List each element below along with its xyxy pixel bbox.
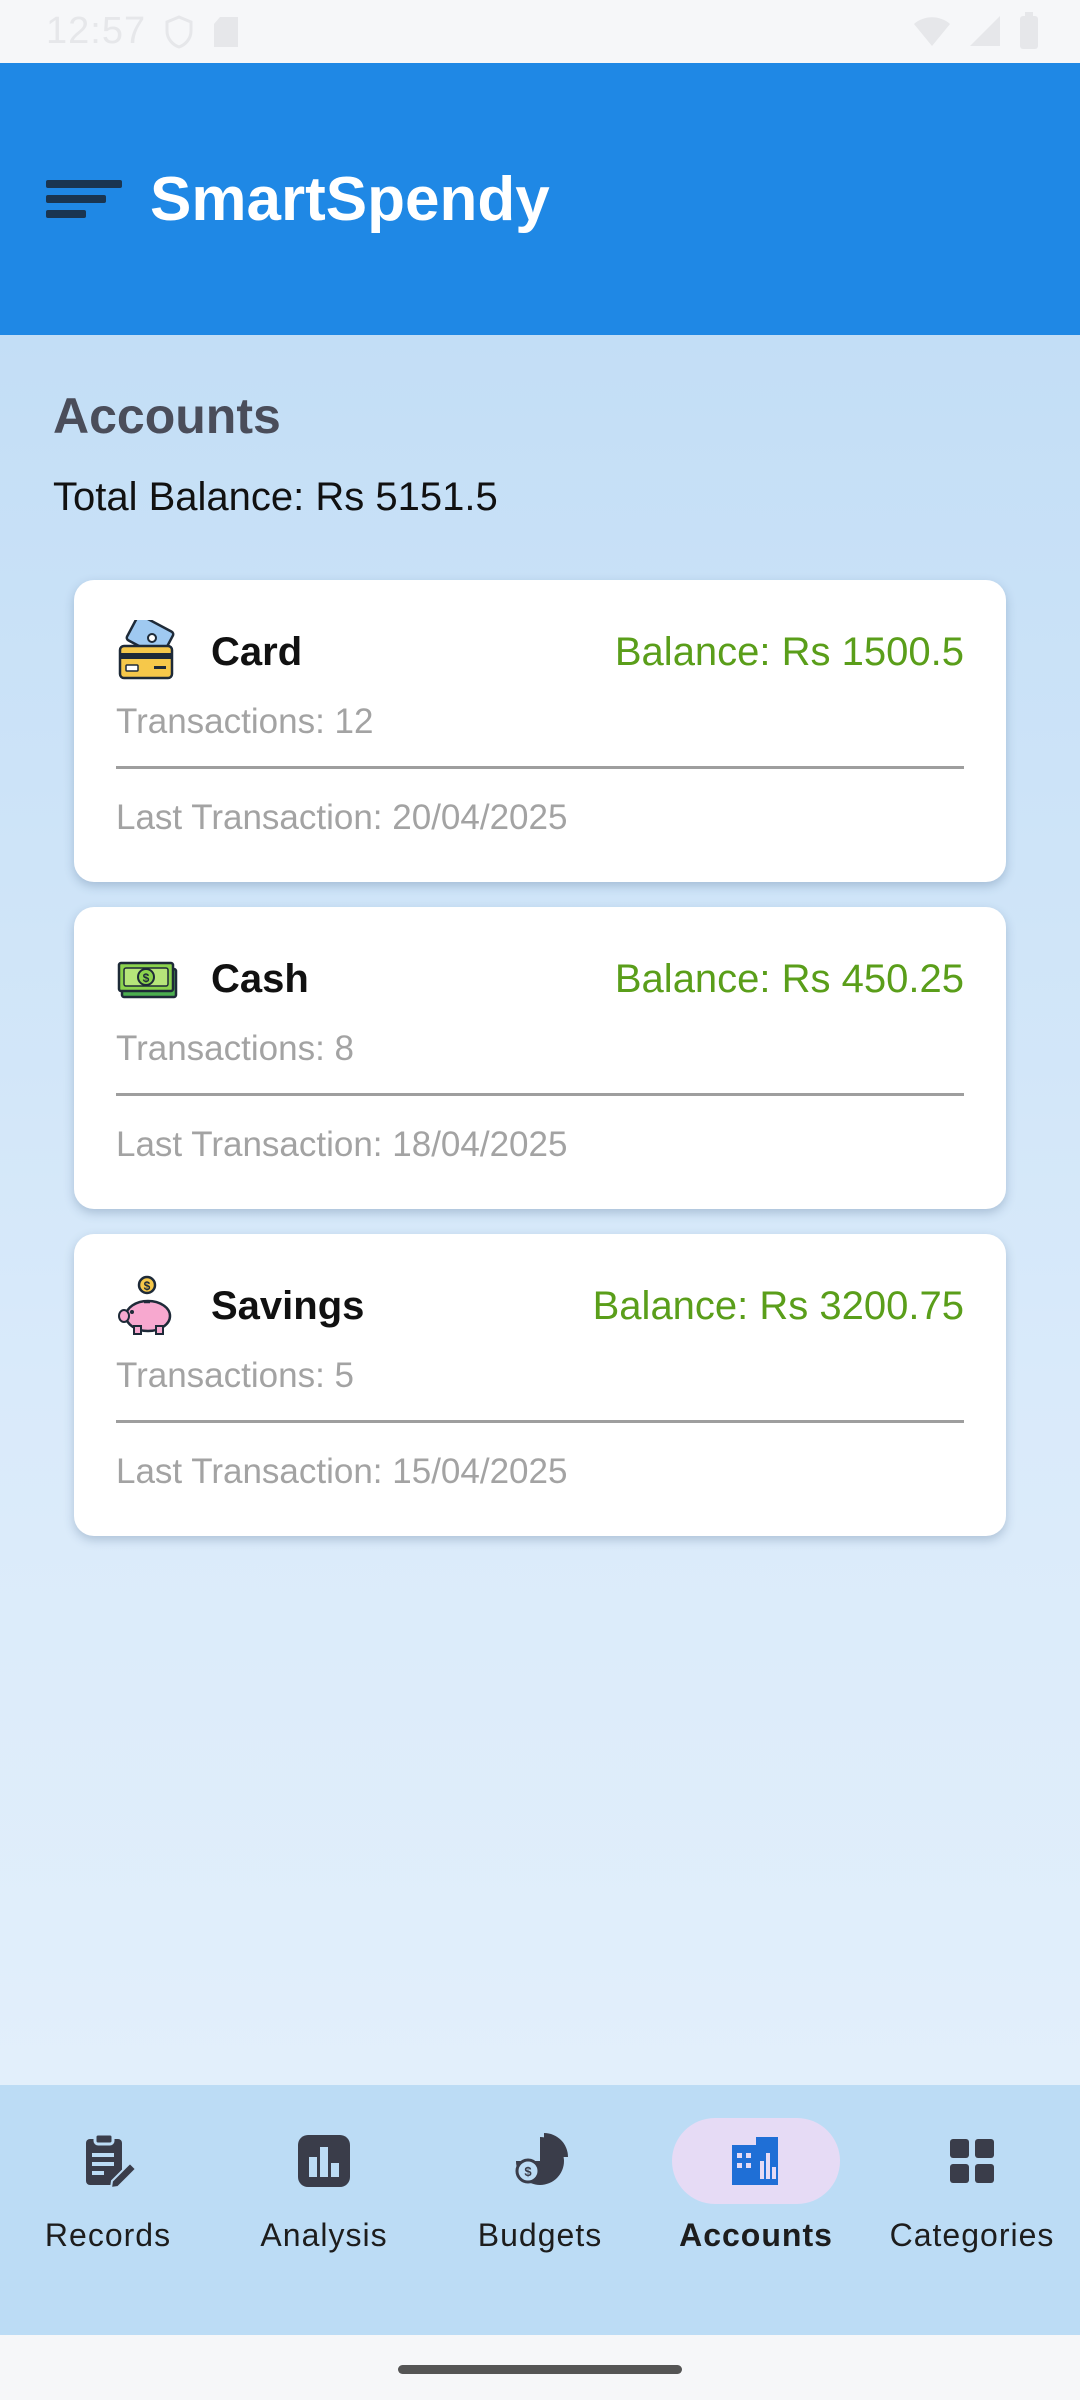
bar-chart-icon	[298, 2135, 350, 2187]
accounts-building-icon	[732, 2137, 778, 2185]
bottom-navigation: Records Analysis $ Budgets Accounts Cate…	[0, 2085, 1080, 2335]
account-last-transaction: Last Transaction: 15/04/2025	[116, 1452, 568, 1491]
sd-card-icon	[214, 16, 239, 47]
svg-text:$: $	[143, 971, 150, 985]
pie-chart-money-icon: $	[515, 2133, 568, 2185]
divider	[116, 766, 964, 769]
sort-menu-icon[interactable]	[46, 174, 122, 224]
page-title: Accounts	[53, 388, 281, 444]
nav-item-categories[interactable]: Categories	[864, 2085, 1080, 2335]
home-gesture-bar[interactable]	[398, 2365, 682, 2374]
gesture-area	[0, 2335, 1080, 2400]
account-transactions: Transactions: 8	[116, 1029, 354, 1068]
account-balance: Balance: Rs 3200.75	[592, 1284, 964, 1328]
svg-text:$: $	[144, 1279, 151, 1293]
nav-label: Analysis	[260, 2217, 388, 2253]
account-name: Savings	[211, 1284, 365, 1328]
battery-icon	[1020, 12, 1038, 49]
cash-icon: $	[117, 961, 178, 999]
signal-icon	[970, 16, 1000, 46]
svg-text:$: $	[524, 2164, 532, 2179]
nav-label: Accounts	[679, 2217, 833, 2253]
shield-icon	[165, 14, 193, 49]
status-time: 12:57	[46, 10, 147, 52]
account-card-card[interactable]: Card Balance: Rs 1500.5 Transactions: 12…	[74, 580, 1006, 882]
nav-label: Categories	[889, 2217, 1055, 2253]
nav-item-records[interactable]: Records	[0, 2085, 216, 2335]
account-balance: Balance: Rs 1500.5	[614, 630, 964, 674]
account-name: Cash	[211, 957, 309, 1001]
app-title: SmartSpendy	[150, 164, 550, 234]
nav-label: Budgets	[477, 2217, 603, 2253]
nav-item-analysis[interactable]: Analysis	[216, 2085, 432, 2335]
credit-card-icon	[118, 620, 175, 680]
divider	[116, 1420, 964, 1423]
account-transactions: Transactions: 12	[116, 702, 374, 741]
piggy-bank-icon: $	[118, 1275, 172, 1335]
account-card-savings[interactable]: $ Savings Balance: Rs 3200.75 Transactio…	[74, 1234, 1006, 1536]
account-last-transaction: Last Transaction: 20/04/2025	[116, 798, 568, 837]
nav-label: Records	[44, 2217, 172, 2253]
divider	[116, 1093, 964, 1096]
accounts-screen: Accounts Total Balance: Rs 5151.5 Card B…	[0, 335, 1080, 2085]
clipboard-edit-icon	[86, 2132, 138, 2190]
total-balance: Total Balance: Rs 5151.5	[53, 475, 498, 519]
grid-icon	[950, 2139, 994, 2183]
nav-item-budgets[interactable]: $ Budgets	[432, 2085, 648, 2335]
wifi-icon	[914, 17, 950, 46]
account-balance: Balance: Rs 450.25	[614, 957, 964, 1001]
app-bar: SmartSpendy	[0, 63, 1080, 335]
account-transactions: Transactions: 5	[116, 1356, 354, 1395]
account-name: Card	[211, 630, 303, 674]
account-card-cash[interactable]: $ Cash Balance: Rs 450.25 Transactions: …	[74, 907, 1006, 1209]
status-bar: 12:57	[0, 0, 1080, 63]
nav-item-accounts[interactable]: Accounts	[648, 2085, 864, 2335]
account-last-transaction: Last Transaction: 18/04/2025	[116, 1125, 568, 1164]
